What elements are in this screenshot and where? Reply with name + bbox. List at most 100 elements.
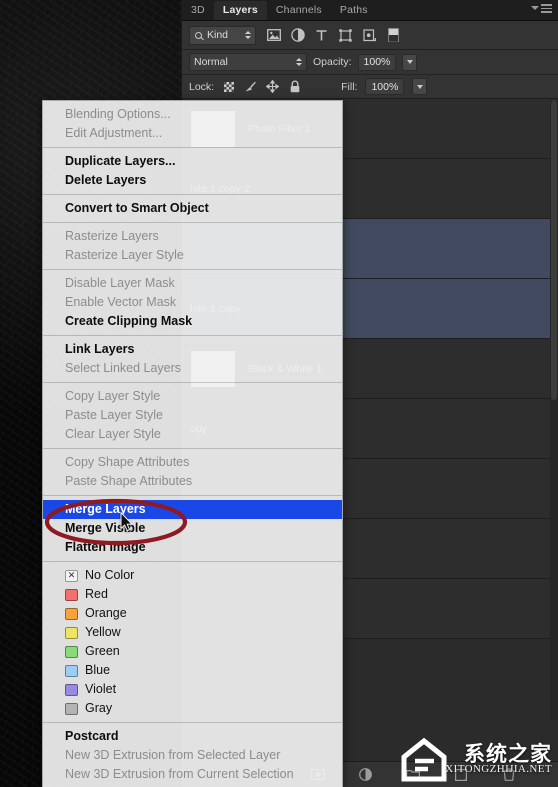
- menu-item-copy-layer-style[interactable]: Copy Layer Style: [43, 387, 342, 406]
- menu-separator: [43, 722, 342, 723]
- tab-channels[interactable]: Channels: [267, 1, 331, 20]
- menu-separator: [43, 269, 342, 270]
- shape-filter-icon[interactable]: [338, 28, 353, 43]
- green-swatch-icon: [65, 645, 78, 658]
- image-filter-icon[interactable]: [266, 28, 281, 43]
- menu-separator: [43, 448, 342, 449]
- panel-scrollbar[interactable]: [550, 100, 558, 720]
- menu-item-new-3d-extrusion-current-selection[interactable]: New 3D Extrusion from Current Selection: [43, 765, 342, 784]
- mouse-cursor: [120, 512, 133, 532]
- new-adjustment-layer-icon[interactable]: [358, 767, 373, 782]
- smart-object-filter-icon[interactable]: [362, 28, 377, 43]
- yellow-swatch-icon: [65, 626, 78, 639]
- menu-separator: [43, 495, 342, 496]
- blend-mode-value: Normal: [194, 56, 228, 68]
- color-label: Gray: [85, 701, 113, 715]
- menu-item-copy-shape-attributes[interactable]: Copy Shape Attributes: [43, 453, 342, 472]
- opacity-label: Opacity:: [313, 56, 352, 68]
- menu-item-link-layers[interactable]: Link Layers: [43, 340, 342, 359]
- lock-position-icon[interactable]: [266, 80, 280, 93]
- opacity-slider-toggle[interactable]: [402, 53, 418, 71]
- panel-tab-bar: 3D Layers Channels Paths: [182, 0, 558, 21]
- red-swatch-icon: [65, 588, 78, 601]
- menu-item-delete-layers[interactable]: Delete Layers: [43, 171, 342, 190]
- menu-item-paste-shape-attributes[interactable]: Paste Shape Attributes: [43, 472, 342, 491]
- menu-item-postcard[interactable]: Postcard: [43, 727, 342, 746]
- tab-layers[interactable]: Layers: [213, 1, 267, 20]
- menu-item-edit-adjustment[interactable]: Edit Adjustment...: [43, 124, 342, 143]
- color-label: Blue: [85, 663, 111, 677]
- menu-item-select-linked-layers[interactable]: Select Linked Layers: [43, 359, 342, 378]
- filter-kind-stepper[interactable]: [241, 31, 251, 39]
- lock-all-icon[interactable]: [288, 80, 301, 93]
- menu-item-create-clipping-mask[interactable]: Create Clipping Mask: [43, 312, 342, 331]
- menu-item-new-3d-extrusion-selected-layer[interactable]: New 3D Extrusion from Selected Layer: [43, 746, 342, 765]
- mask-filter-icon[interactable]: [386, 28, 401, 43]
- violet-swatch-icon: [65, 683, 78, 696]
- menu-item-color-yellow[interactable]: Yellow: [43, 623, 342, 642]
- menu-item-disable-layer-mask[interactable]: Disable Layer Mask: [43, 274, 342, 293]
- menu-item-clear-layer-style[interactable]: Clear Layer Style: [43, 425, 342, 444]
- menu-item-duplicate-layers[interactable]: Duplicate Layers...: [43, 152, 342, 171]
- color-label: Violet: [85, 682, 117, 696]
- menu-separator: [43, 222, 342, 223]
- adjustment-filter-icon[interactable]: [290, 28, 305, 43]
- menu-item-color-no-color[interactable]: ✕ No Color: [43, 566, 342, 585]
- blend-mode-select[interactable]: Normal: [189, 53, 307, 71]
- search-icon: [195, 31, 202, 39]
- panel-menu-icon[interactable]: [531, 4, 552, 13]
- type-filter-icon[interactable]: [314, 28, 329, 43]
- menu-item-color-violet[interactable]: Violet: [43, 680, 342, 699]
- blue-swatch-icon: [65, 664, 78, 677]
- lock-label: Lock:: [189, 80, 215, 93]
- menu-item-color-blue[interactable]: Blue: [43, 661, 342, 680]
- menu-separator: [43, 335, 342, 336]
- lock-image-pixels-icon[interactable]: [244, 80, 257, 93]
- orange-swatch-icon: [65, 607, 78, 620]
- color-label: Yellow: [85, 625, 121, 639]
- chevron-down-icon: [531, 6, 539, 11]
- lock-row: Lock: Fill: 100%: [182, 75, 558, 99]
- new-layer-icon[interactable]: [454, 767, 469, 782]
- menu-item-blending-options[interactable]: Blending Options...: [43, 105, 342, 124]
- filter-icon-row: [266, 28, 401, 43]
- annotation-ellipse: [44, 498, 188, 546]
- menu-item-color-green[interactable]: Green: [43, 642, 342, 661]
- filter-kind-label: Kind: [207, 29, 229, 41]
- color-label: No Color: [85, 568, 135, 582]
- color-label: Red: [85, 587, 108, 601]
- filter-kind-select[interactable]: Kind: [189, 25, 256, 45]
- hamburger-icon: [541, 4, 552, 13]
- color-label: Green: [85, 644, 120, 658]
- menu-item-rasterize-layer-style[interactable]: Rasterize Layer Style: [43, 246, 342, 265]
- lock-icon-row: [222, 80, 301, 93]
- fill-slider-toggle[interactable]: [412, 78, 428, 95]
- blend-mode-stepper[interactable]: [292, 58, 302, 66]
- fill-label: Fill:: [341, 80, 358, 93]
- blend-mode-row: Normal Opacity: 100%: [182, 50, 558, 75]
- gray-swatch-icon: [65, 702, 78, 715]
- color-label: Orange: [85, 606, 127, 620]
- delete-layer-icon[interactable]: [501, 767, 516, 782]
- opacity-value[interactable]: 100%: [357, 53, 397, 71]
- layer-filter-bar: Kind: [182, 21, 558, 50]
- menu-separator: [43, 147, 342, 148]
- menu-item-rasterize-layers[interactable]: Rasterize Layers: [43, 227, 342, 246]
- menu-item-color-orange[interactable]: Orange: [43, 604, 342, 623]
- tab-3d[interactable]: 3D: [182, 1, 214, 20]
- tab-paths[interactable]: Paths: [331, 1, 377, 20]
- menu-item-paste-layer-style[interactable]: Paste Layer Style: [43, 406, 342, 425]
- no-color-icon: ✕: [65, 569, 78, 582]
- layer-context-menu: Blending Options... Edit Adjustment... D…: [42, 100, 343, 787]
- menu-separator: [43, 561, 342, 562]
- menu-item-color-red[interactable]: Red: [43, 585, 342, 604]
- menu-separator: [43, 382, 342, 383]
- menu-item-convert-to-smart-object[interactable]: Convert to Smart Object: [43, 199, 342, 218]
- scrollbar-thumb[interactable]: [551, 100, 557, 400]
- new-group-icon[interactable]: [406, 767, 421, 782]
- fill-value[interactable]: 100%: [365, 78, 405, 95]
- lock-transparent-pixels-icon[interactable]: [222, 80, 235, 93]
- menu-item-enable-vector-mask[interactable]: Enable Vector Mask: [43, 293, 342, 312]
- menu-item-color-gray[interactable]: Gray: [43, 699, 342, 718]
- menu-separator: [43, 194, 342, 195]
